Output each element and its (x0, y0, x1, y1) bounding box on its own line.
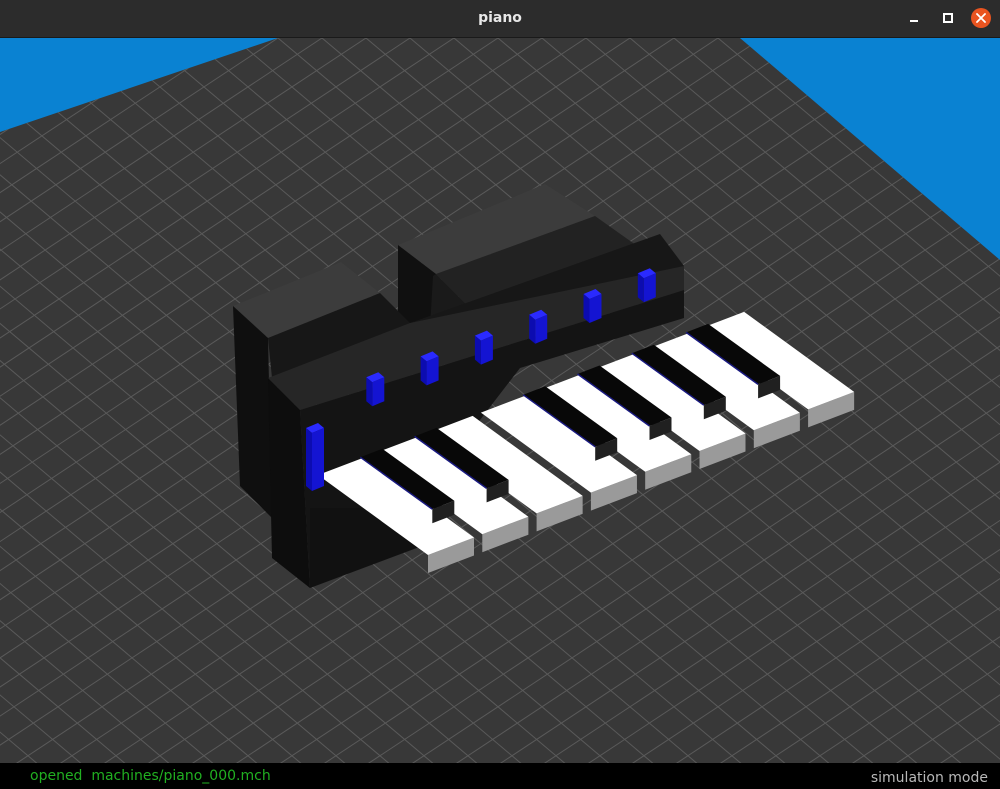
3d-viewport[interactable] (0, 38, 1000, 763)
actuator-front (372, 377, 385, 407)
app-window: piano opened machines/piano_000.mch simu… (0, 0, 1000, 789)
actuator-side (306, 428, 312, 491)
maximize-button[interactable] (938, 8, 958, 28)
actuator-side (474, 335, 481, 365)
close-button[interactable] (971, 8, 991, 28)
actuator-side (583, 294, 590, 323)
3d-scene (0, 38, 1000, 763)
title-bar[interactable]: piano (0, 0, 1000, 38)
window-title: piano (478, 10, 522, 26)
actuator-front (643, 273, 656, 303)
actuator-side (529, 314, 536, 344)
actuator-front (480, 335, 493, 365)
mode-indicator: simulation mode (870, 770, 988, 786)
minimize-button[interactable] (904, 8, 924, 28)
status-message: opened machines/piano_000.mch (30, 768, 271, 784)
status-bar: opened machines/piano_000.mch simulation… (0, 763, 1000, 789)
minimize-icon (910, 20, 918, 22)
maximize-icon (943, 13, 953, 23)
close-icon (976, 13, 986, 23)
actuator-side (366, 377, 373, 407)
actuator-side (420, 356, 427, 386)
actuator-front (535, 314, 548, 344)
actuator-front (589, 294, 602, 323)
actuator-front (312, 428, 324, 491)
actuator-side (637, 273, 644, 303)
actuator-front (426, 356, 439, 386)
